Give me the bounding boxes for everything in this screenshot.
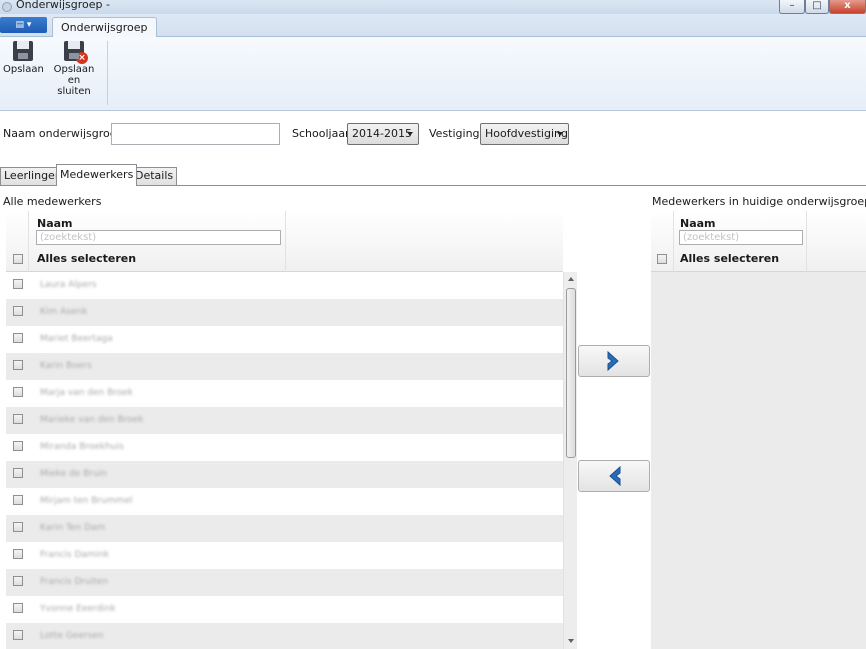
chevron-down-icon xyxy=(557,132,563,136)
left-select-all-label: Alles selecteren xyxy=(37,252,137,265)
row-name: Marja van den Broek xyxy=(40,388,134,398)
row-checkbox[interactable] xyxy=(13,387,23,397)
row-name: Francis Damink xyxy=(40,550,110,560)
left-select-all-checkbox[interactable] xyxy=(13,254,23,264)
table-row[interactable]: Mirjam ten Brummel xyxy=(6,488,563,515)
floppy-disk-icon xyxy=(13,41,33,61)
chevron-down-icon xyxy=(407,132,413,136)
row-checkbox[interactable] xyxy=(13,603,23,613)
table-row[interactable]: Marja van den Broek xyxy=(6,380,563,407)
tab-medewerkers[interactable]: Medewerkers xyxy=(56,164,138,186)
column-separator xyxy=(806,211,807,272)
row-name: Mieke de Bruin xyxy=(40,469,107,479)
save-close-label-line2: sluiten xyxy=(57,86,91,97)
right-column-header-naam[interactable]: Naam xyxy=(680,217,716,230)
row-checkbox[interactable] xyxy=(13,360,23,370)
row-name: Mariet Beertaga xyxy=(40,334,113,344)
row-checkbox[interactable] xyxy=(13,549,23,559)
ribbon-separator xyxy=(107,41,108,105)
scroll-down-icon[interactable] xyxy=(568,639,574,643)
row-checkbox[interactable] xyxy=(13,279,23,289)
table-row[interactable]: Francis Druiten xyxy=(6,569,563,596)
table-row[interactable]: Yvonne Eeerdink xyxy=(6,596,563,623)
row-checkbox[interactable] xyxy=(13,522,23,532)
close-icon[interactable]: x xyxy=(829,0,866,14)
schooljaar-select[interactable]: 2014-2015 xyxy=(347,123,419,145)
name-label: Naam onderwijsgroep xyxy=(3,127,124,140)
right-grid-title: Medewerkers in huidige onderwijsgroep xyxy=(652,195,866,208)
table-row[interactable]: Laura Alpers xyxy=(6,272,563,299)
left-grid-title: Alle medewerkers xyxy=(3,195,102,208)
scroll-up-icon[interactable] xyxy=(568,277,574,281)
floppy-disk-close-icon: × xyxy=(64,41,88,64)
right-search-input[interactable]: (zoektekst) xyxy=(679,230,803,245)
row-name: Miranda Broekhuis xyxy=(40,442,124,452)
table-row[interactable]: Kim Asenk xyxy=(6,299,563,326)
table-row[interactable]: Karin Ten Dam xyxy=(6,515,563,542)
row-checkbox[interactable] xyxy=(13,414,23,424)
schooljaar-label: Schooljaar xyxy=(292,127,350,140)
window-title: Onderwijsgroep - xyxy=(16,0,110,11)
save-button[interactable]: Opslaan xyxy=(3,41,44,75)
left-column-header-naam[interactable]: Naam xyxy=(37,217,73,230)
table-row[interactable]: Francis Damink xyxy=(6,542,563,569)
vestiging-value: Hoofdvestiging xyxy=(485,127,568,140)
vestiging-select[interactable]: Hoofdvestiging xyxy=(480,123,569,145)
row-checkbox[interactable] xyxy=(13,495,23,505)
row-name: Marieke van den Broek xyxy=(40,415,144,425)
name-input[interactable] xyxy=(111,123,280,145)
row-name: Yvonne Eeerdink xyxy=(40,604,116,614)
remove-from-group-button[interactable] xyxy=(578,460,650,492)
table-row[interactable]: Miranda Broekhuis xyxy=(6,434,563,461)
table-row[interactable]: Lotte Geersen xyxy=(6,623,563,649)
row-name: Karin Boers xyxy=(40,361,92,371)
save-button-label: Opslaan xyxy=(3,64,44,75)
row-name: Laura Alpers xyxy=(40,280,97,290)
row-checkbox[interactable] xyxy=(13,306,23,316)
left-grid-header: Naam (zoektekst) Alles selecteren xyxy=(6,211,563,272)
right-select-all-label: Alles selecteren xyxy=(680,252,780,265)
row-name: Francis Druiten xyxy=(40,577,109,587)
app-icon xyxy=(2,2,12,12)
table-row[interactable]: Karin Boers xyxy=(6,353,563,380)
right-grid-rows xyxy=(651,272,866,649)
table-row[interactable]: Marieke van den Broek xyxy=(6,407,563,434)
scrollbar-thumb[interactable] xyxy=(566,288,576,458)
chevron-left-icon xyxy=(609,466,621,486)
save-close-label-line1: Opslaan en xyxy=(53,64,95,86)
row-name: Karin Ten Dam xyxy=(40,523,106,533)
save-and-close-button[interactable]: × Opslaan en sluiten xyxy=(46,41,102,97)
title-bar: Onderwijsgroep - – □ x xyxy=(0,0,866,14)
column-separator xyxy=(28,211,29,272)
tab-details[interactable]: Details xyxy=(131,167,178,185)
maximize-icon[interactable]: □ xyxy=(805,0,829,14)
row-name: Mirjam ten Brummel xyxy=(40,496,133,506)
vestiging-label: Vestiging xyxy=(429,127,480,140)
table-row[interactable]: Mieke de Bruin xyxy=(6,461,563,488)
app-menu-icon: ▤ ▾ xyxy=(15,20,32,30)
row-name: Kim Asenk xyxy=(40,307,88,317)
row-checkbox[interactable] xyxy=(13,333,23,343)
minimize-icon[interactable]: – xyxy=(779,0,805,14)
left-grid-scrollbar[interactable] xyxy=(563,272,577,649)
chevron-right-icon xyxy=(607,351,619,371)
app-menu-button[interactable]: ▤ ▾ xyxy=(0,17,47,33)
ribbon-panel: Opslaan × Opslaan en sluiten xyxy=(0,37,866,111)
ribbon-tab-onderwijsgroep[interactable]: Onderwijsgroep xyxy=(52,17,157,38)
column-separator xyxy=(673,211,674,272)
add-to-group-button[interactable] xyxy=(578,345,650,377)
row-checkbox[interactable] xyxy=(13,441,23,451)
table-row[interactable]: Mariet Beertaga xyxy=(6,326,563,353)
row-checkbox[interactable] xyxy=(13,576,23,586)
right-select-all-checkbox[interactable] xyxy=(657,254,667,264)
row-checkbox[interactable] xyxy=(13,468,23,478)
column-separator xyxy=(285,211,286,272)
left-search-input[interactable]: (zoektekst) xyxy=(36,230,281,245)
ribbon-tab-bar: ▤ ▾ Onderwijsgroep xyxy=(0,14,866,38)
row-checkbox[interactable] xyxy=(13,630,23,640)
right-grid-header: Naam (zoektekst) Alles selecteren xyxy=(651,211,866,272)
schooljaar-value: 2014-2015 xyxy=(352,127,412,140)
row-name: Lotte Geersen xyxy=(40,631,104,641)
